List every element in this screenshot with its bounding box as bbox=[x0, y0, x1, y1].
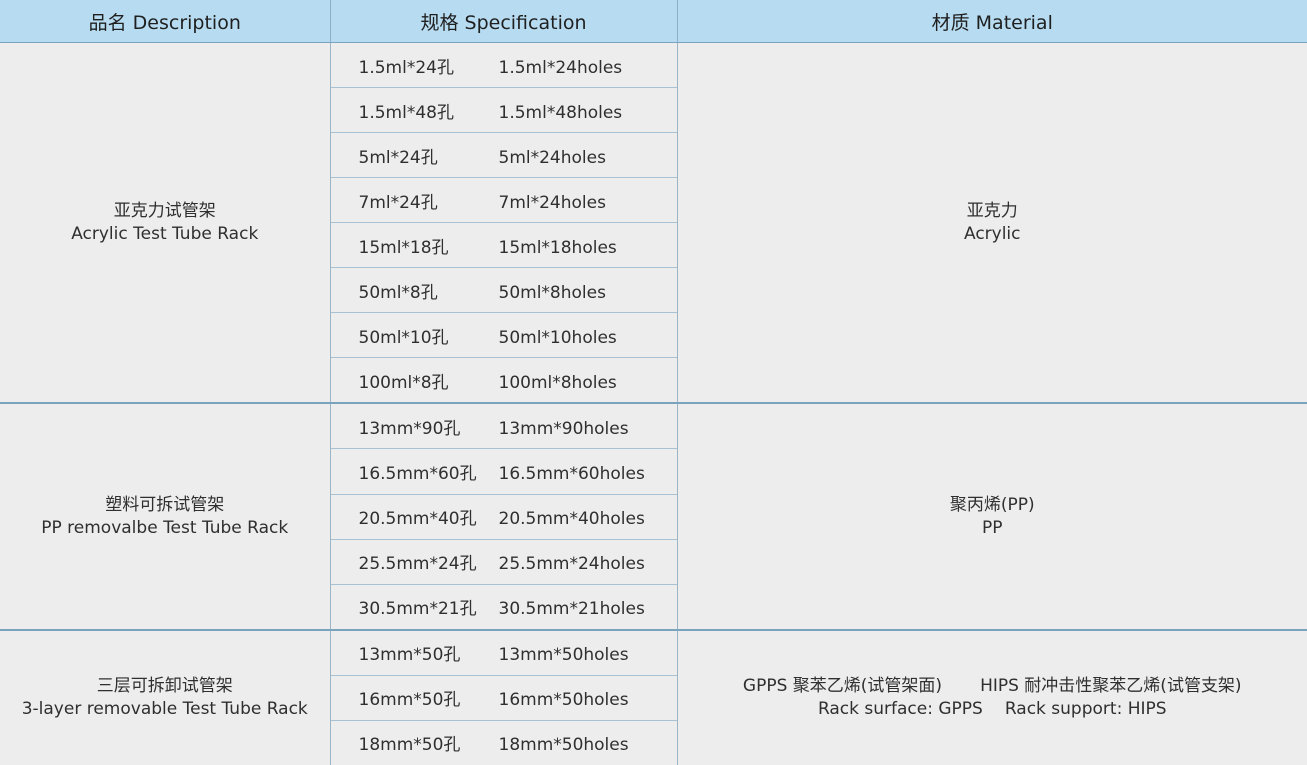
spec-cell: 15ml*18孔 15ml*18holes bbox=[329, 222, 677, 268]
table-row: 亚克力试管架 Acrylic Test Tube Rack 1.5ml*24孔 1… bbox=[0, 41, 1307, 404]
spec-en: 16mm*50holes bbox=[498, 690, 629, 711]
spec-cell: 13mm*50孔 13mm*50holes bbox=[329, 628, 677, 676]
spec-cell: 1.5ml*24孔 1.5ml*24holes bbox=[329, 41, 677, 88]
spec-en: 5ml*24holes bbox=[498, 147, 606, 168]
spec-en: 20.5mm*40holes bbox=[498, 509, 645, 530]
spec-en: 100ml*8holes bbox=[498, 372, 617, 393]
spec-en: 1.5ml*48holes bbox=[498, 102, 623, 123]
header-row: 品名 Description 规格 Specification 材质 Mater… bbox=[0, 0, 1307, 43]
product-name-en: Acrylic Test Tube Rack bbox=[71, 223, 259, 244]
material-cell: GPPS 聚苯乙烯(试管架面) HIPS 耐冲击性聚苯乙烯(试管支架) Rack … bbox=[676, 628, 1307, 765]
spec-en: 13mm*90holes bbox=[498, 418, 629, 439]
spec-cell: 1.5ml*48孔 1.5ml*48holes bbox=[329, 87, 677, 133]
table-row: 塑料可拆试管架 PP removalbe Test Tube Rack 13mm… bbox=[0, 402, 1307, 630]
spec-cn: 7ml*24孔 bbox=[358, 192, 438, 213]
spec-en: 1.5ml*24holes bbox=[498, 57, 623, 78]
header-description: 品名 Description bbox=[0, 0, 330, 43]
spec-cell: 100ml*8孔 100ml*8holes bbox=[329, 357, 677, 404]
spec-en: 25.5mm*24holes bbox=[498, 554, 645, 575]
spec-cn: 13mm*90孔 bbox=[358, 418, 461, 439]
spec-en: 15ml*18holes bbox=[498, 237, 617, 258]
material-en: Acrylic bbox=[963, 223, 1021, 244]
material-en-surface: Rack surface: GPPS bbox=[817, 698, 983, 719]
spec-cn: 100ml*8孔 bbox=[358, 372, 449, 393]
spec-cn: 16mm*50孔 bbox=[358, 690, 461, 711]
material-cn: 聚丙烯(PP) bbox=[949, 494, 1035, 515]
spec-en: 13mm*50holes bbox=[498, 645, 629, 666]
spec-cn: 20.5mm*40孔 bbox=[358, 509, 477, 530]
spec-cn: 25.5mm*24孔 bbox=[358, 554, 477, 575]
product-name-en: 3-layer removable Test Tube Rack bbox=[21, 698, 308, 719]
spec-cell: 16mm*50孔 16mm*50holes bbox=[329, 674, 677, 721]
spec-cn: 30.5mm*21孔 bbox=[358, 599, 477, 620]
spec-cell: 50ml*10孔 50ml*10holes bbox=[329, 312, 677, 358]
table-row: 三层可拆卸试管架 3-layer removable Test Tube Rac… bbox=[0, 628, 1307, 765]
spec-cell: 20.5mm*40孔 20.5mm*40holes bbox=[329, 493, 677, 540]
product-name-cell: 亚克力试管架 Acrylic Test Tube Rack bbox=[0, 42, 330, 404]
spec-cn: 16.5mm*60孔 bbox=[358, 463, 477, 484]
spec-en: 18mm*50holes bbox=[498, 735, 629, 756]
spec-cn: 18mm*50孔 bbox=[358, 735, 461, 756]
spec-cell: 16.5mm*60孔 16.5mm*60holes bbox=[329, 448, 677, 494]
product-name-cell: 三层可拆卸试管架 3-layer removable Test Tube Rac… bbox=[0, 628, 330, 765]
product-name-cn: 三层可拆卸试管架 bbox=[96, 675, 233, 696]
material-cn-support: HIPS 耐冲击性聚苯乙烯(试管支架) bbox=[980, 675, 1242, 696]
spec-cn: 1.5ml*48孔 bbox=[358, 102, 454, 123]
material-en-line: Rack surface: GPPS Rack support: HIPS bbox=[678, 698, 1307, 721]
spec-en: 30.5mm*21holes bbox=[498, 599, 645, 620]
spec-en: 7ml*24holes bbox=[498, 192, 606, 213]
spec-cn: 13mm*50孔 bbox=[358, 645, 461, 666]
spec-cell: 30.5mm*21孔 30.5mm*21holes bbox=[329, 583, 677, 630]
spec-cell: 50ml*8孔 50ml*8holes bbox=[329, 267, 677, 313]
spec-cn: 15ml*18孔 bbox=[358, 237, 449, 258]
spec-cell: 5ml*24孔 5ml*24holes bbox=[329, 132, 677, 178]
material-cn-line: GPPS 聚苯乙烯(试管架面) HIPS 耐冲击性聚苯乙烯(试管支架) bbox=[678, 675, 1307, 698]
material-cn: 亚克力 bbox=[966, 200, 1018, 221]
spec-en: 16.5mm*60holes bbox=[498, 463, 645, 484]
spec-en: 50ml*10holes bbox=[498, 327, 617, 348]
spec-cell: 7ml*24孔 7ml*24holes bbox=[329, 177, 677, 223]
material-en: PP bbox=[981, 517, 1003, 538]
table-header: 品名 Description 规格 Specification 材质 Mater… bbox=[0, 0, 1307, 43]
product-name-en: PP removalbe Test Tube Rack bbox=[41, 517, 289, 538]
spec-cell: 25.5mm*24孔 25.5mm*24holes bbox=[329, 538, 677, 585]
product-spec-table: 品名 Description 规格 Specification 材质 Mater… bbox=[0, 0, 1307, 765]
spec-cn: 50ml*8孔 bbox=[358, 282, 438, 303]
spec-cn: 1.5ml*24孔 bbox=[358, 57, 454, 78]
spec-cell: 13mm*90孔 13mm*90holes bbox=[329, 402, 677, 449]
product-name-cn: 塑料可拆试管架 bbox=[105, 494, 225, 515]
spec-cell: 18mm*50孔 18mm*50holes bbox=[329, 719, 677, 765]
material-cell: 聚丙烯(PP) PP bbox=[676, 402, 1307, 630]
spec-cn: 5ml*24孔 bbox=[358, 147, 438, 168]
table-body: 亚克力试管架 Acrylic Test Tube Rack 1.5ml*24孔 1… bbox=[0, 41, 1307, 765]
spec-cn: 50ml*10孔 bbox=[358, 327, 449, 348]
material-en-support: Rack support: HIPS bbox=[1004, 698, 1167, 719]
spec-en: 50ml*8holes bbox=[498, 282, 606, 303]
product-name-cell: 塑料可拆试管架 PP removalbe Test Tube Rack bbox=[0, 402, 330, 630]
product-name-cn: 亚克力试管架 bbox=[113, 200, 216, 221]
material-cn-surface: GPPS 聚苯乙烯(试管架面) bbox=[742, 675, 943, 696]
header-material: 材质 Material bbox=[676, 0, 1307, 43]
header-specification: 规格 Specification bbox=[329, 0, 677, 43]
material-cell: 亚克力 Acrylic bbox=[676, 42, 1307, 404]
